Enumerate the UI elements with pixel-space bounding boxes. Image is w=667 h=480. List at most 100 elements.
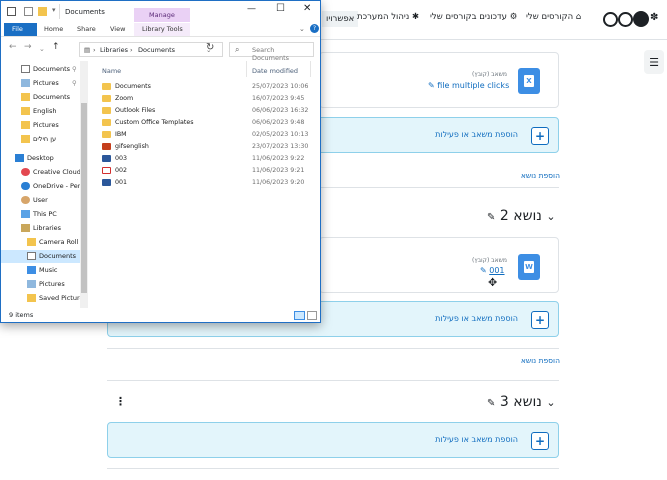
- section-menu-icon[interactable]: ⋮: [115, 395, 126, 408]
- nav-item-pictures[interactable]: Pictures: [1, 119, 81, 132]
- nav-item-pictures-pinned[interactable]: Pictures ⚲: [1, 77, 81, 90]
- plus-icon[interactable]: +: [531, 127, 549, 145]
- plus-icon[interactable]: +: [531, 432, 549, 450]
- file-tab[interactable]: File: [4, 23, 37, 36]
- share-tab[interactable]: Share: [77, 25, 96, 33]
- breadcrumb-libraries[interactable]: Libraries: [100, 46, 128, 54]
- file-list[interactable]: Name Date modified Documents 25/07/2023 1…: [91, 61, 320, 308]
- properties-icon[interactable]: [24, 7, 33, 16]
- onedrive-icon: [21, 182, 30, 190]
- activity-link[interactable]: ✎ 001: [480, 266, 505, 275]
- folder-icon: [27, 294, 36, 302]
- maximize-button[interactable]: ☐: [276, 3, 285, 14]
- app-icon: [7, 7, 16, 16]
- logo-mark-icon[interactable]: [633, 11, 649, 27]
- nav-item-onedrive[interactable]: OneDrive - Pers: [1, 180, 84, 193]
- add-topic-link[interactable]: הוספת נושא: [521, 171, 560, 180]
- nav-course-updates[interactable]: עדכונים בקורסים שלי ⚙: [430, 12, 517, 22]
- quick-access-dropdown-icon[interactable]: ▾: [52, 6, 56, 14]
- word-file-icon: [102, 155, 111, 162]
- nav-item-creative-cloud[interactable]: Creative Cloud: [1, 166, 81, 179]
- edit-pencil-icon[interactable]: ✎: [480, 266, 487, 275]
- accessibility-icon[interactable]: ✽: [650, 12, 658, 23]
- file-row[interactable]: gifsenglish 23/07/2023 13:30: [100, 141, 314, 153]
- music-icon: [27, 266, 36, 274]
- nav-item-documents[interactable]: Documents: [1, 91, 81, 104]
- recent-locations-icon[interactable]: ⌄: [39, 45, 45, 53]
- pin-icon[interactable]: ⚲: [72, 79, 77, 87]
- column-divider[interactable]: [310, 61, 311, 77]
- open-drawer-button[interactable]: ☰: [644, 50, 664, 74]
- address-bar[interactable]: ▤ › Libraries › Documents ⌄: [79, 42, 223, 57]
- file-row[interactable]: Documents 25/07/2023 10:06: [100, 81, 314, 93]
- help-icon[interactable]: ?: [310, 24, 319, 33]
- nav-item-english[interactable]: English: [1, 105, 81, 118]
- file-row[interactable]: 003 11/06/2023 9:22: [100, 153, 314, 165]
- file-row[interactable]: Custom Office Templates 06/06/2023 9:48: [100, 117, 314, 129]
- pc-icon: [21, 210, 30, 218]
- expand-ribbon-icon[interactable]: ⌄: [299, 25, 305, 33]
- nav-site-admin[interactable]: ניהול המערכת ✱: [357, 12, 419, 22]
- column-divider[interactable]: [246, 61, 247, 77]
- nav-item-this-pc[interactable]: This PC: [1, 208, 81, 221]
- file-row[interactable]: 002 11/06/2023 9:21: [100, 165, 314, 177]
- details-view-icon[interactable]: [294, 311, 305, 320]
- search-input[interactable]: ⌕ Search Documents: [229, 42, 314, 62]
- folder-icon: [27, 238, 36, 246]
- activity-type-label: משאב (קובץ): [472, 71, 507, 78]
- divider: [59, 4, 60, 19]
- nav-item-documents-selected[interactable]: Documents: [1, 250, 81, 263]
- nav-item-camera-roll[interactable]: Camera Roll: [1, 236, 81, 249]
- documents-icon: [27, 252, 36, 260]
- minimize-button[interactable]: —: [247, 4, 256, 14]
- add-activity-band[interactable]: הוספת משאב או פעילות +: [107, 422, 559, 458]
- nav-options[interactable]: אפשרויו: [322, 11, 359, 27]
- ribbon-tabs: File Home Share View Library Tools ⌄ ?: [1, 23, 320, 37]
- file-row[interactable]: 001 11/06/2023 9:20: [100, 177, 314, 189]
- add-topic-link[interactable]: הוספת נושא: [521, 356, 560, 365]
- column-header-date[interactable]: Date modified: [252, 67, 298, 75]
- creative-cloud-icon: [21, 168, 30, 176]
- add-activity-label: הוספת משאב או פעילות: [435, 314, 518, 323]
- new-folder-icon[interactable]: [38, 7, 47, 16]
- edit-pencil-icon[interactable]: ✎: [487, 212, 495, 223]
- nav-item-documents-pinned[interactable]: Documents ⚲: [1, 63, 81, 76]
- forward-button[interactable]: →: [24, 42, 32, 52]
- nav-item-saved-pictures[interactable]: Saved Picture: [1, 292, 84, 305]
- divider: [107, 380, 559, 381]
- pin-icon[interactable]: ⚲: [72, 65, 77, 73]
- column-header-name[interactable]: Name: [102, 67, 121, 75]
- file-row[interactable]: IBM 02/05/2023 10:13: [100, 129, 314, 141]
- manage-context-tab[interactable]: Manage: [134, 8, 190, 22]
- close-button[interactable]: ✕: [303, 3, 311, 14]
- scrollbar-thumb[interactable]: [81, 103, 87, 293]
- file-row[interactable]: Zoom 16/07/2023 9:45: [100, 93, 314, 105]
- nav-item-libraries[interactable]: Libraries: [1, 222, 81, 235]
- chevron-down-icon[interactable]: ⌄: [546, 396, 555, 409]
- nav-item-desktop[interactable]: Desktop: [1, 152, 81, 165]
- breadcrumb-documents[interactable]: Documents: [138, 46, 175, 54]
- activity-type-label: משאב (קובץ): [472, 257, 507, 264]
- chevron-down-icon[interactable]: ⌄: [546, 210, 555, 223]
- edit-pencil-icon[interactable]: ✎: [428, 81, 435, 90]
- file-row[interactable]: Outlook Files 06/06/2023 16:32: [100, 105, 314, 117]
- navigation-pane[interactable]: Documents ⚲ Pictures ⚲ Documents English P…: [1, 61, 88, 308]
- back-button[interactable]: ←: [9, 42, 17, 52]
- up-button[interactable]: ↑: [52, 42, 60, 52]
- edit-pencil-icon[interactable]: ✎: [487, 398, 495, 409]
- library-icon: ▤: [84, 46, 91, 54]
- file-explorer-window[interactable]: ▾ Documents — ☐ ✕ Manage File Home Share…: [0, 0, 321, 323]
- nav-my-courses[interactable]: הקורסים שלי ⌂: [526, 12, 581, 22]
- nav-item-pictures-lib[interactable]: Pictures: [1, 278, 81, 291]
- activity-link[interactable]: ✎ file multiple clicks: [428, 81, 509, 90]
- view-tab[interactable]: View: [110, 25, 125, 33]
- home-tab[interactable]: Home: [44, 25, 63, 33]
- library-tools-tab[interactable]: Library Tools: [134, 23, 190, 36]
- large-icons-view-icon[interactable]: [307, 311, 317, 320]
- refresh-button[interactable]: ↻: [206, 42, 214, 53]
- nav-item-music[interactable]: Music: [1, 264, 81, 277]
- plus-icon[interactable]: +: [531, 311, 549, 329]
- nav-item-hebrew-folder[interactable]: ען חילים: [1, 133, 81, 146]
- folder-icon: [102, 119, 111, 126]
- nav-item-user[interactable]: User: [1, 194, 81, 207]
